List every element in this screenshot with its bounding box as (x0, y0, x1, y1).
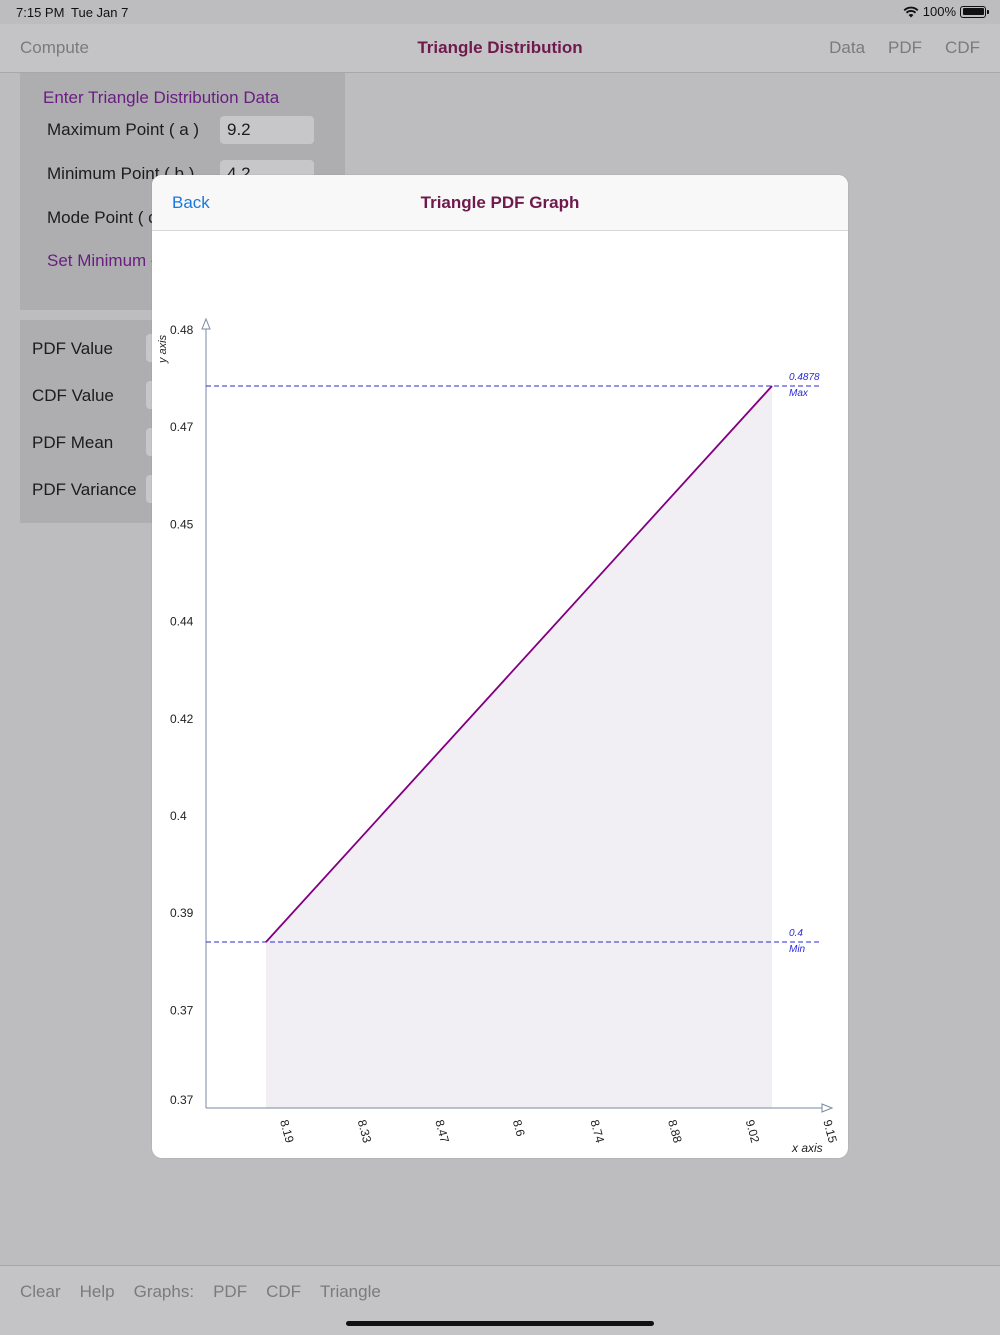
triangle-graph-button[interactable]: Triangle (320, 1282, 381, 1302)
pdf-mean-label: PDF Mean (32, 433, 114, 452)
maximum-point-input[interactable]: 9.2 (220, 116, 314, 144)
results-panel: PDF Value CDF Value PDF Mean PDF Varianc… (20, 320, 166, 523)
maximum-point-label: Maximum Point ( a ) (47, 120, 200, 139)
navigation-bar: Compute Triangle Distribution Data PDF C… (0, 24, 1000, 73)
x-tick-label: 8.33 (355, 1118, 375, 1144)
pdf-graph-modal: Back Triangle PDF Graph 0.48 0.47 0.45 0.44… (152, 175, 848, 1158)
x-tick-labels: 8.19 8.33 8.47 8.6 8.74 8.88 9.02 9.15 (277, 1118, 840, 1144)
pdf-chart: 0.48 0.47 0.45 0.44 0.42 0.4 0.39 0.37 0.37 8.19… (157, 317, 840, 1155)
graphs-label: Graphs: (133, 1282, 195, 1301)
y-tick-label: 0.45 (170, 517, 194, 531)
x-axis-arrow-icon (821, 1103, 834, 1113)
x-tick-label: 8.6 (510, 1118, 528, 1138)
wifi-icon (903, 6, 919, 17)
guide-value-label: 0.4 (789, 928, 803, 939)
y-tick-label: 0.4 (170, 809, 187, 823)
toolbar-items: Clear Help Graphs: PDF CDF Triangle (20, 1282, 381, 1302)
battery-percent: 100% (922, 4, 956, 19)
help-button[interactable]: Help (80, 1282, 115, 1302)
modal-title: Triangle PDF Graph (420, 193, 580, 212)
x-axis-label: x axis (791, 1141, 823, 1155)
status-date: Tue Jan 7 (71, 5, 129, 20)
cdf-nav-button[interactable]: CDF (945, 38, 980, 58)
y-tick-label: 0.47 (170, 420, 194, 434)
y-tick-label: 0.37 (170, 1003, 194, 1017)
y-tick-label: 0.42 (170, 712, 194, 726)
guide-name-label: Min (789, 944, 806, 955)
y-tick-label: 0.48 (170, 323, 194, 337)
home-indicator[interactable] (346, 1321, 654, 1326)
y-tick-label: 0.44 (170, 615, 194, 629)
clear-button[interactable]: Clear (20, 1282, 61, 1302)
pdf-fill-area (266, 386, 772, 1108)
y-axis-label: y axis (157, 334, 169, 364)
pdf-value-label: PDF Value (32, 339, 113, 358)
nav-right-buttons: Data PDF CDF (829, 38, 980, 58)
cdf-value-label: CDF Value (32, 386, 114, 405)
set-minimum-button[interactable]: Set Minimum - (47, 251, 157, 271)
data-button[interactable]: Data (829, 38, 865, 58)
cdf-graph-button[interactable]: CDF (266, 1282, 301, 1302)
x-tick-label: 8.19 (277, 1118, 297, 1144)
x-tick-label: 8.47 (432, 1118, 452, 1144)
y-tick-labels: 0.48 0.47 0.45 0.44 0.42 0.4 0.39 0.37 0.37 (170, 323, 194, 1107)
guide-name-label: Max (789, 388, 809, 399)
battery-icon (960, 5, 989, 18)
status-time: 7:15 PM (16, 5, 65, 20)
pdf-graph-button[interactable]: PDF (213, 1282, 247, 1302)
pdf-nav-button[interactable]: PDF (888, 38, 922, 58)
x-tick-label: 8.74 (588, 1118, 608, 1144)
modal-header: Back Triangle PDF Graph (152, 175, 848, 231)
x-tick-label: 9.15 (820, 1118, 840, 1144)
y-tick-label: 0.39 (170, 906, 194, 920)
mode-point-label: Mode Point ( c ) (47, 208, 167, 227)
form-header: Enter Triangle Distribution Data (43, 88, 280, 107)
guide-value-label: 0.4878 (789, 372, 820, 383)
status-indicators: 100% (903, 4, 989, 19)
y-tick-label: 0.37 (170, 1093, 194, 1107)
status-bar: 7:15 PM Tue Jan 7 100% (0, 0, 1000, 24)
x-tick-label: 8.88 (665, 1118, 685, 1144)
y-axis-arrow-icon (201, 317, 211, 330)
pdf-variance-label: PDF Variance (32, 480, 137, 499)
x-tick-label: 9.02 (743, 1118, 763, 1144)
